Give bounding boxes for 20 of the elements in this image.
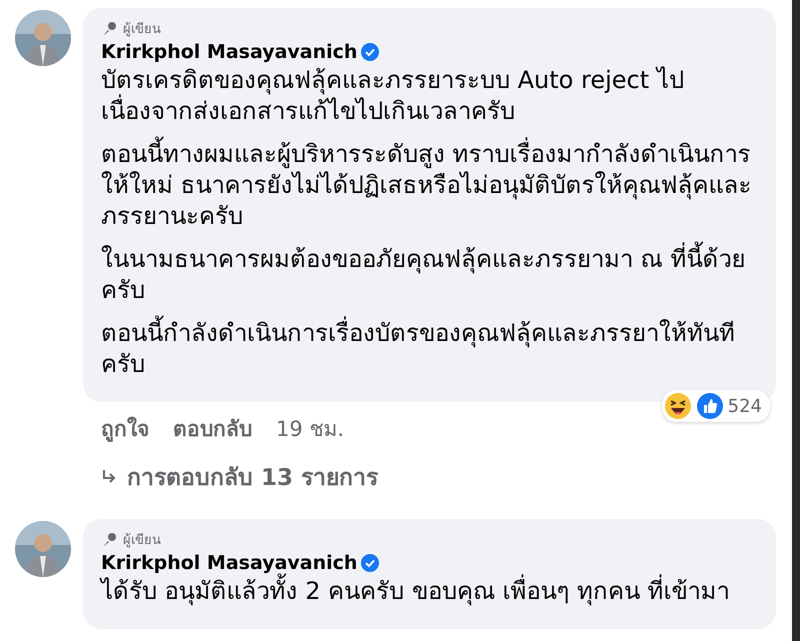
reply-arrow-icon (101, 469, 117, 485)
view-replies-link[interactable]: การตอบกลับ 13 รายการ (83, 445, 776, 495)
comment-action-link[interactable]: ตอบกลับ (173, 412, 252, 445)
microphone-icon (101, 20, 117, 36)
author-role-label: ผู้เขียน (123, 20, 161, 39)
comment-text: ตอนนี้ทางผมและผู้บริหารระดับสูง ทราบเรื่องมากำลังดำเนินการให้ใหม่ ธนาคารยังไม่ได้ปฏิเสธหรือไม่อนุมัติบัตรให้คุณฟลุ้คและภรรยานะครับ (101, 139, 758, 232)
author-role-label: ผู้เขียน (123, 532, 161, 550)
comment-time: 19 ชม. (276, 416, 344, 443)
comment-text: บัตรเครดิตของคุณฟลุ้คและภรรยาระบบ Auto reject ไป เนื่องจากส่งเอกสารแก้ไขไปเกินเวลาครับ (101, 65, 685, 127)
reaction-summary[interactable]: 524 (662, 390, 770, 422)
like-icon (696, 392, 724, 420)
comment-text: ตอนนี้กำลังดำเนินการเรื่องบัตรของคุณฟลุ้คและภรรยาให้ทันทีครับ (101, 318, 758, 380)
author-name[interactable]: Krirkphol Masayavanich (101, 552, 358, 574)
comment-action-link[interactable]: ถูกใจ (101, 412, 149, 445)
microphone-icon (101, 532, 117, 548)
laughing-emoji-icon (664, 392, 692, 420)
comment-text: ในนามธนาคารผมต้องขออภัยคุณฟลุ้คและภรรยามา ณ ที่นี้ด้วยครับ (101, 244, 758, 306)
reaction-count: 524 (728, 396, 762, 416)
comment-text: ได้รับ อนุมัติแล้วทั้ง 2 คนครับ ขอบคุณ เพื่อนๆ ทุกคน ที่เข้ามา (101, 576, 758, 607)
author-name[interactable]: Krirkphol Masayavanich (101, 41, 358, 63)
